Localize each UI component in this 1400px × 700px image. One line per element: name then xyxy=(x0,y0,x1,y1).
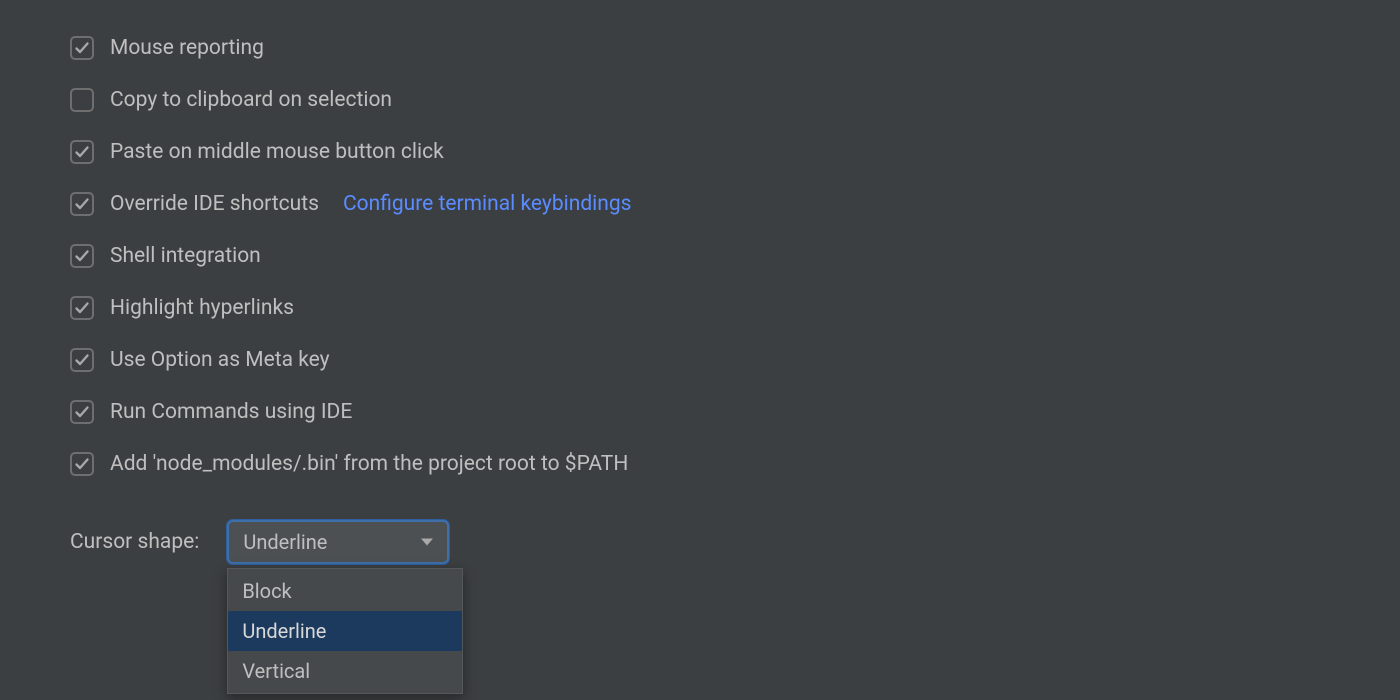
label-mouse-reporting: Mouse reporting xyxy=(110,36,264,60)
link-configure-keybindings[interactable]: Configure terminal keybindings xyxy=(343,192,632,216)
label-node-bin-path: Add 'node_modules/.bin' from the project… xyxy=(110,452,628,476)
label-run-cmds-ide: Run Commands using IDE xyxy=(110,400,352,424)
checkbox-option-as-meta[interactable] xyxy=(70,348,94,372)
checkbox-highlight-hyperlinks[interactable] xyxy=(70,296,94,320)
label-override-shortcuts: Override IDE shortcuts xyxy=(110,192,319,216)
label-copy-on-select: Copy to clipboard on selection xyxy=(110,88,392,112)
checkbox-mouse-reporting[interactable] xyxy=(70,36,94,60)
dropdown-item-block[interactable]: Block xyxy=(228,571,462,611)
checkbox-copy-on-select[interactable] xyxy=(70,88,94,112)
dropdown-item-underline[interactable]: Underline xyxy=(228,611,462,651)
checkbox-override-shortcuts[interactable] xyxy=(70,192,94,216)
chevron-down-icon xyxy=(421,539,433,546)
checkbox-paste-middle[interactable] xyxy=(70,140,94,164)
dropdown-item-vertical[interactable]: Vertical xyxy=(228,651,462,691)
dropdown-cursor-shape: Block Underline Vertical xyxy=(227,568,463,694)
checkbox-shell-integration[interactable] xyxy=(70,244,94,268)
label-option-as-meta: Use Option as Meta key xyxy=(110,348,330,372)
checkbox-run-cmds-ide[interactable] xyxy=(70,400,94,424)
checkbox-node-bin-path[interactable] xyxy=(70,452,94,476)
label-shell-integration: Shell integration xyxy=(110,244,261,268)
select-cursor-shape[interactable]: Underline xyxy=(227,520,449,564)
label-cursor-shape: Cursor shape: xyxy=(70,530,199,554)
select-cursor-shape-value: Underline xyxy=(243,530,327,554)
label-paste-middle: Paste on middle mouse button click xyxy=(110,140,444,164)
label-highlight-hyperlinks: Highlight hyperlinks xyxy=(110,296,294,320)
